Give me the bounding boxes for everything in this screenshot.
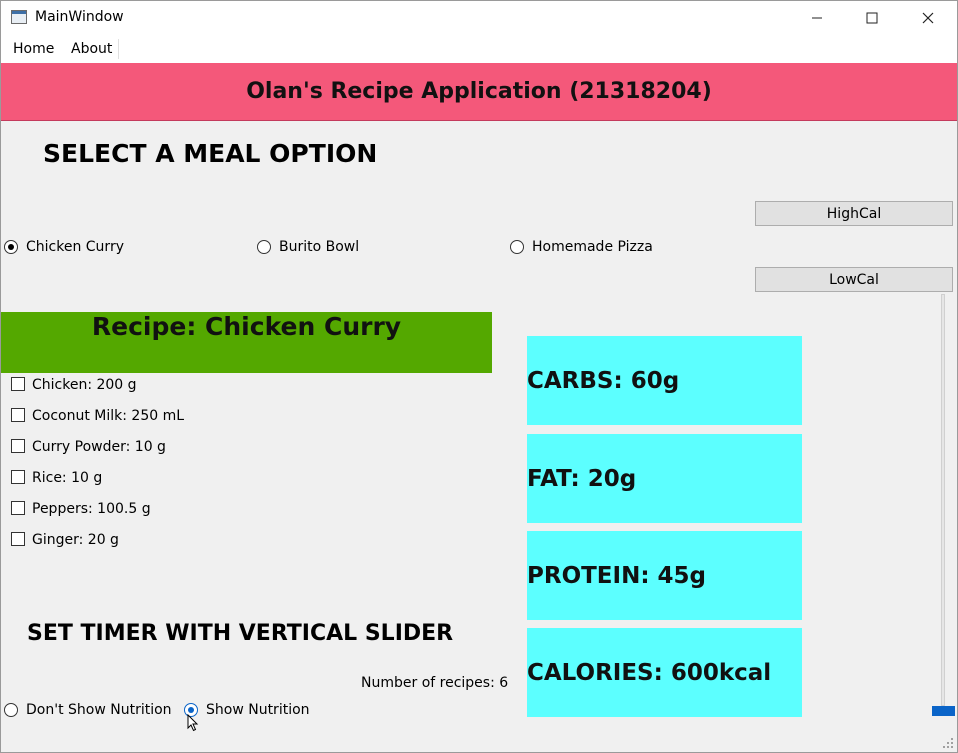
app-title: Olan's Recipe Application (21318204) xyxy=(246,79,712,104)
mouse-pointer-icon xyxy=(187,714,199,732)
protein-panel: PROTEIN: 45g xyxy=(527,531,802,620)
ingredient-label[interactable]: Rice: 10 g xyxy=(32,470,102,486)
ingredient-checkbox[interactable] xyxy=(11,439,25,453)
fat-panel: FAT: 20g xyxy=(527,434,802,523)
window-title: MainWindow xyxy=(35,9,124,25)
ingredient-checkbox[interactable] xyxy=(11,470,25,484)
close-icon xyxy=(922,12,934,24)
minimize-icon xyxy=(812,17,822,19)
timer-heading: SET TIMER WITH VERTICAL SLIDER xyxy=(27,621,454,646)
timer-slider-track[interactable] xyxy=(941,294,945,706)
meal-radio-chicken-curry[interactable] xyxy=(4,240,18,254)
maximize-button[interactable] xyxy=(844,1,900,35)
ingredient-label[interactable]: Curry Powder: 10 g xyxy=(32,439,166,455)
calories-value: CALORIES: 600kcal xyxy=(527,659,772,686)
nutrition-toggle-label[interactable]: Don't Show Nutrition xyxy=(26,702,172,718)
protein-value: PROTEIN: 45g xyxy=(527,562,707,589)
recipe-title-banner: Recipe: Chicken Curry xyxy=(1,312,492,373)
ingredient-checkbox[interactable] xyxy=(11,532,25,546)
lowcal-button[interactable]: LowCal xyxy=(755,267,953,292)
ingredient-checkbox[interactable] xyxy=(11,377,25,391)
recipe-title: Recipe: Chicken Curry xyxy=(91,312,402,341)
menu-bar: Home About xyxy=(1,35,957,63)
fat-value: FAT: 20g xyxy=(527,465,637,492)
meal-option-label[interactable]: Burito Bowl xyxy=(279,239,359,255)
menu-item-home[interactable]: Home xyxy=(13,41,54,57)
calories-panel: CALORIES: 600kcal xyxy=(527,628,802,717)
ingredient-label[interactable]: Ginger: 20 g xyxy=(32,532,119,548)
timer-slider-thumb[interactable] xyxy=(932,706,955,716)
ingredient-label[interactable]: Peppers: 100.5 g xyxy=(32,501,151,517)
menu-item-about[interactable]: About xyxy=(71,41,112,57)
nutrition-toggle-label[interactable]: Show Nutrition xyxy=(206,702,310,718)
meal-option-label[interactable]: Homemade Pizza xyxy=(532,239,653,255)
ingredient-checkbox[interactable] xyxy=(11,408,25,422)
menu-divider xyxy=(118,39,119,59)
meal-radio-burito-bowl[interactable] xyxy=(257,240,271,254)
carbs-value: CARBS: 60g xyxy=(527,367,680,394)
close-button[interactable] xyxy=(900,1,956,35)
maximize-icon xyxy=(866,12,878,24)
app-header-banner: Olan's Recipe Application (21318204) xyxy=(1,63,957,121)
ingredient-label[interactable]: Coconut Milk: 250 mL xyxy=(32,408,184,424)
resize-grip-icon[interactable] xyxy=(943,738,953,748)
carbs-panel: CARBS: 60g xyxy=(527,336,802,425)
app-window-icon xyxy=(11,10,27,24)
ingredient-checkbox[interactable] xyxy=(11,501,25,515)
title-bar[interactable]: MainWindow xyxy=(1,1,957,35)
minimize-button[interactable] xyxy=(789,1,845,35)
main-window: MainWindow Home About Olan's Recipe Appl… xyxy=(0,0,958,753)
recipe-count-label: Number of recipes: 6 xyxy=(361,675,509,691)
meal-select-heading: SELECT A MEAL OPTION xyxy=(43,139,378,168)
meal-radio-homemade-pizza[interactable] xyxy=(510,240,524,254)
ingredient-label[interactable]: Chicken: 200 g xyxy=(32,377,137,393)
meal-option-label[interactable]: Chicken Curry xyxy=(26,239,124,255)
radio-dont-show-nutrition[interactable] xyxy=(4,703,18,717)
highcal-button[interactable]: HighCal xyxy=(755,201,953,226)
